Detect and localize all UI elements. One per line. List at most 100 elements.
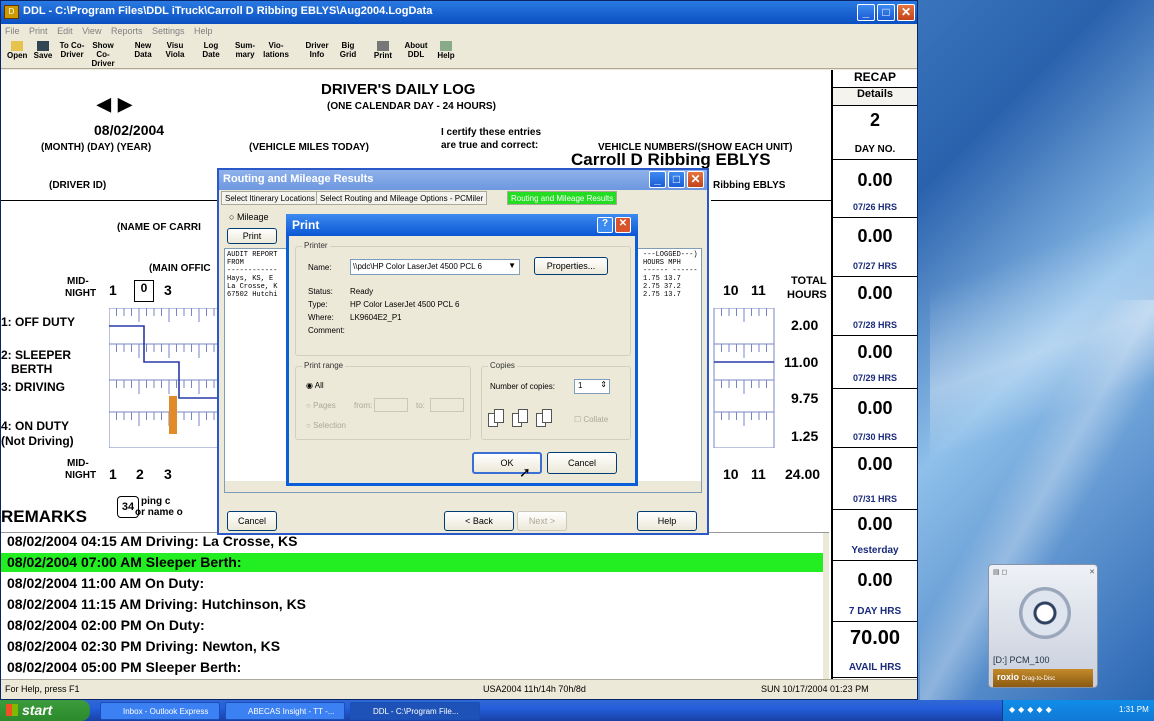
tab-routing-options[interactable]: Select Routing and Mileage Options - PCM… [316,191,488,205]
remarks-list[interactable]: 08/02/2004 04:15 AM Driving: La Crosse, … [1,532,829,679]
collate-checkbox[interactable]: ☐ Collate [574,415,608,424]
remark-row[interactable]: 08/02/2004 05:00 PM Sleeper Berth: [7,659,241,675]
shipping-label: ping c [141,496,171,507]
option-mileage[interactable]: ○ Mileage [229,212,268,222]
remark-row[interactable]: 08/02/2004 11:00 AM On Duty: [7,575,204,591]
type-value: HP Color LaserJet 4500 PCL 6 [350,300,460,309]
mouse-cursor-icon: ➚ [519,464,531,480]
pages-from-input[interactable] [374,398,408,412]
taskbar-item-outlook[interactable]: Inbox - Outlook Express [100,702,220,720]
duty-label-onduty: 4: ON DUTY [1,419,70,433]
print-ok-button[interactable]: OK [472,452,542,474]
routing-print-button[interactable]: Print [227,228,277,244]
new-data-button[interactable]: New Data [131,41,155,67]
properties-button[interactable]: Properties... [534,257,608,275]
printer-name-select[interactable]: \\pdc\HP Color LaserJet 4500 PCL 6 ▼ [350,259,520,275]
where-label: Where: [308,313,334,322]
show-codriver-button[interactable]: Show Co-Driver [89,41,117,68]
print-close-button[interactable]: ✕ [615,217,631,233]
printer-group: Printer Name: \\pdc\HP Color LaserJet 45… [295,241,631,356]
window-title: DDL - C:\Program Files\DDL iTruck\Carrol… [1,1,917,24]
prev-day-button[interactable]: ◀ [97,94,111,115]
routing-maximize-button[interactable]: □ [668,171,685,188]
print-help-button[interactable]: ? [597,217,613,233]
print-dialog: Print ? ✕ Printer Name: \\pdc\HP Color L… [286,214,638,486]
remarks-label: REMARKS [1,507,87,526]
tab-itinerary[interactable]: Select Itinerary Locations [221,191,319,205]
routing-next-button[interactable]: Next > [517,511,567,531]
remarks-scrollbar[interactable] [823,533,829,679]
duty-label-driving: 3: DRIVING [1,380,66,394]
routing-help-button[interactable]: Help [637,511,697,531]
menu-help[interactable]: Help [194,26,213,36]
copies-label: Number of copies: [490,382,555,391]
grand-total: 24.00 [785,466,821,482]
recap-value: 0.00 [857,342,893,362]
to-label: to: [416,401,425,410]
driver-name-small: Ribbing EBLYS [713,180,786,191]
to-codriver-button[interactable]: To Co-Driver [59,41,85,67]
tray-icons[interactable]: ◆◆◆◆◆ [1009,705,1055,714]
save-button[interactable]: Save [33,41,53,67]
menu-print[interactable]: Print [29,26,48,36]
routing-back-button[interactable]: < Back [444,511,514,531]
print-button[interactable]: Print [371,41,395,67]
minimize-button[interactable]: _ [857,4,875,21]
roxio-titlebar: ▤ ◻ ✕ [993,569,1095,576]
comment-label: Comment: [308,326,345,335]
close-button[interactable]: ✕ [897,4,915,21]
shipping-label-2: or name o [135,507,183,518]
routing-close-button[interactable]: ✕ [687,171,704,188]
log-title: DRIVER'S DAILY LOG [321,81,476,98]
taskbar-item-ddl[interactable]: DDL - C:\Program File... [350,702,480,720]
help-button[interactable]: Help [435,41,457,67]
range-pages-radio[interactable]: ○ Pages [306,401,336,410]
remark-row-selected[interactable]: 08/02/2004 07:00 AM Sleeper Berth: [7,554,242,570]
tab-routing-results[interactable]: Routing and Mileage Results [507,191,618,205]
maximize-button[interactable]: □ [877,4,895,21]
menu-reports[interactable]: Reports [111,26,143,36]
recap-value: 0.00 [857,398,893,418]
copies-input[interactable]: 1 ⇕ [574,379,610,394]
big-grid-button[interactable]: Big Grid [335,41,361,67]
tray-clock[interactable]: 1:31 PM [1119,705,1149,714]
pages-to-input[interactable] [430,398,464,412]
visu-viola-button[interactable]: Visu Viola [163,41,187,67]
remark-row[interactable]: 08/02/2004 11:15 AM Driving: Hutchinson,… [7,596,306,612]
ddl-app-icon: D [4,5,19,19]
recap-label: Yesterday [833,545,917,561]
routing-cancel-button[interactable]: Cancel [227,511,277,531]
spinner-icon: ⇕ [600,380,607,389]
range-selection-radio[interactable]: ○ Selection [306,421,346,430]
about-ddl-button[interactable]: About DDL [401,41,431,67]
status-value: Ready [350,287,374,296]
menu-view[interactable]: View [82,26,101,36]
menu-file[interactable]: File [5,26,20,36]
hour-label: 3 [164,282,172,298]
violations-button[interactable]: Vio-lations [261,41,291,67]
midnight-label: MID- [67,276,89,287]
remark-row[interactable]: 08/02/2004 04:15 AM Driving: La Crosse, … [7,533,298,549]
menu-edit[interactable]: Edit [57,26,73,36]
log-subtitle: (ONE CALENDAR DAY - 24 HOURS) [327,101,496,112]
remark-row[interactable]: 08/02/2004 02:30 PM Driving: Newton, KS [7,638,280,654]
status-datetime: SUN 10/17/2004 01:23 PM [761,684,869,694]
taskbar-item-abecas[interactable]: ABECAS Insight - TT -... [225,702,345,720]
driver-info-button[interactable]: Driver Info [303,41,331,67]
menu-settings[interactable]: Settings [152,26,185,36]
roxio-drag-to-disc[interactable]: ▤ ◻ ✕ [D:] PCM_100 roxio Drag-to-Disc [988,564,1098,688]
log-date[interactable]: 08/02/2004 [94,122,164,138]
open-button[interactable]: Open [7,41,27,67]
hour-marker[interactable]: 0 [134,280,154,302]
remark-row[interactable]: 08/02/2004 02:00 PM On Duty: [7,617,205,633]
next-day-button[interactable]: ▶ [118,94,132,115]
open-icon [11,41,23,51]
copies-group: Copies Number of copies: 1 ⇕ ☐ Collate [481,361,631,440]
log-date-button[interactable]: Log Date [199,41,223,67]
range-all-radio[interactable]: ◉ All [306,381,324,390]
recap-details-button[interactable]: Details [833,88,917,106]
routing-minimize-button[interactable]: _ [649,171,666,188]
print-cancel-button[interactable]: Cancel [547,452,617,474]
summary-button[interactable]: Sum-mary [233,41,257,67]
divider [711,200,831,201]
